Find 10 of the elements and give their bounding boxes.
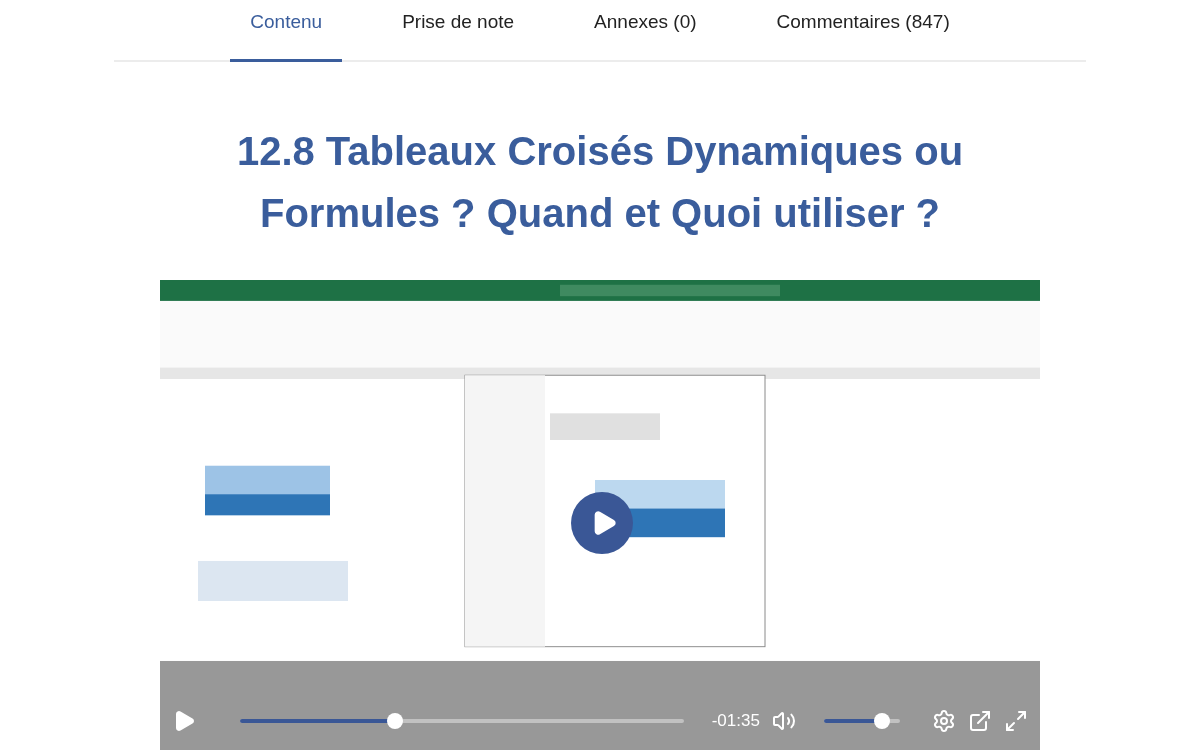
tab[interactable]: Prise de note [382, 0, 535, 62]
settings-icon[interactable] [932, 709, 956, 733]
tab[interactable]: Commentaires (847) [756, 0, 970, 62]
page-title: 12.8 Tableaux Croisés Dynamiques ou Formules ? Quand et Quoi utiliser ? [235, 127, 965, 237]
time-remaining: -01:35 [711, 710, 760, 733]
tab[interactable]: Contenu [230, 0, 343, 62]
fullscreen-icon[interactable] [1004, 709, 1028, 733]
volume-icon[interactable] [771, 709, 796, 733]
popout-icon[interactable] [968, 709, 992, 733]
tab[interactable]: Annexes (0) [574, 0, 717, 62]
